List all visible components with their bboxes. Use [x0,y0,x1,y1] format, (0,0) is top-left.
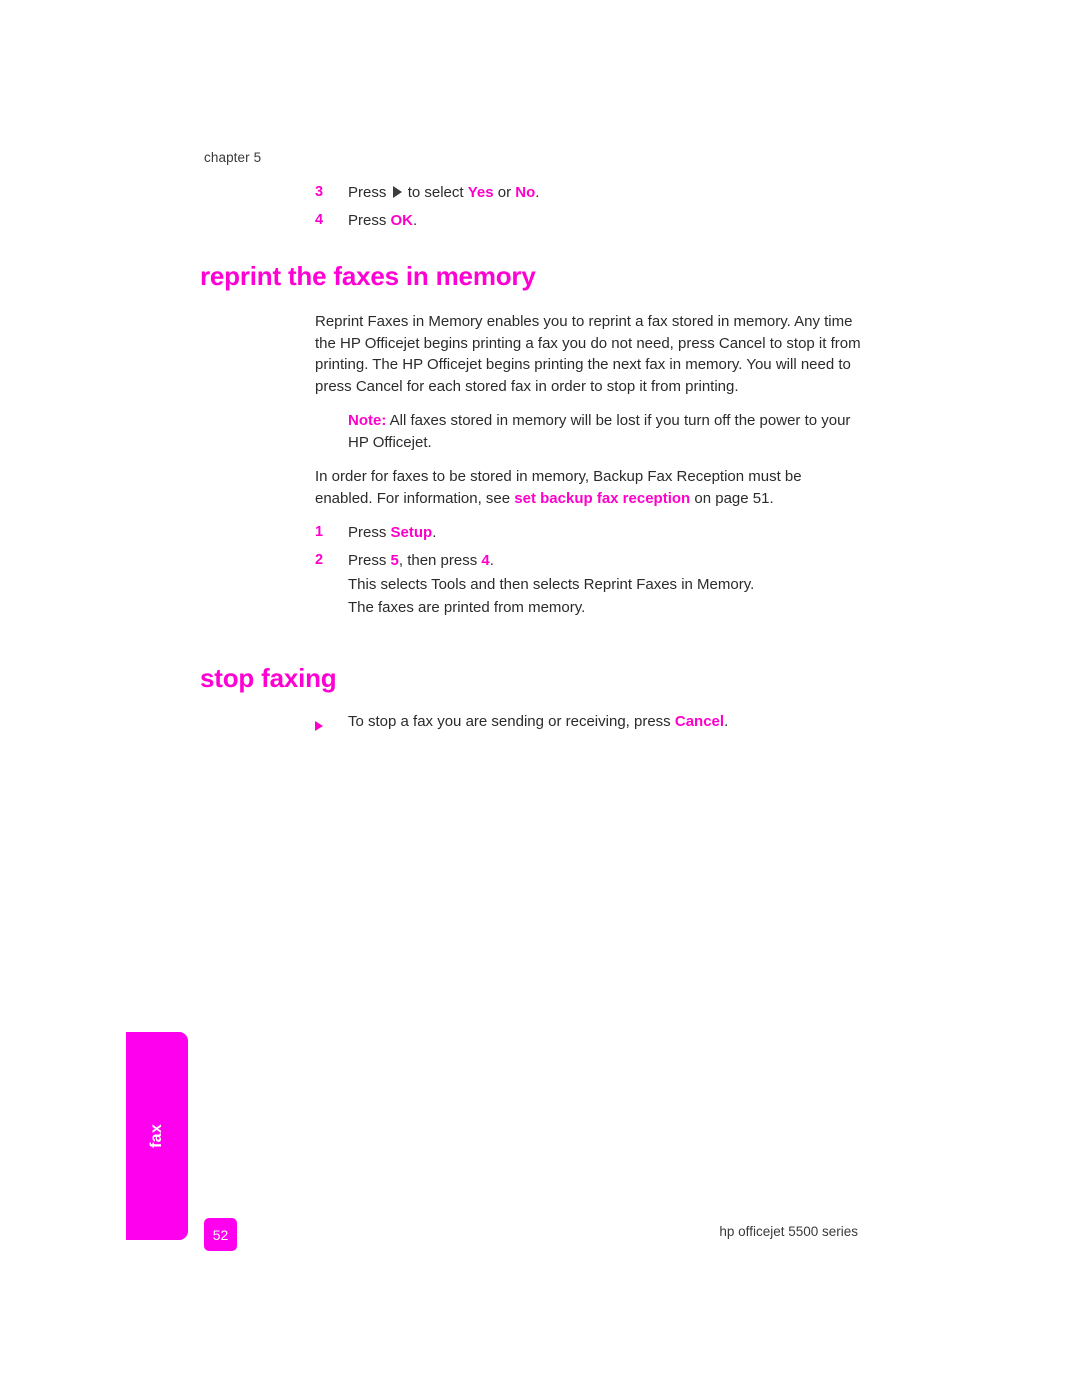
step-text: Press 5, then press 4. This selects Tool… [348,550,880,621]
cross-reference-link[interactable]: set backup fax reception [514,490,690,507]
step-text: Press OK. [348,210,880,231]
bullet-text: To stop a fax you are sending or receivi… [348,711,880,732]
step-text-after-arrow: to select [407,184,464,201]
key-four: 4 [481,552,490,569]
key-five: 5 [390,552,399,569]
step-text: Press to select Yes or No. [348,182,880,203]
section-heading-wrap: reprint the faxes in memory [200,261,880,291]
key-cancel: Cancel [674,712,725,730]
xref-paragraph: In order for faxes to be stored in memor… [315,466,862,509]
note-label: Note: [348,412,387,429]
xref-text-after: on page 51. [694,489,774,507]
step-period: . [432,524,437,541]
key-ok: OK [390,212,414,229]
document-page: chapter 5 3 Press to select Yes or No. 4… [0,0,1080,1397]
step-number: 4 [315,212,324,228]
numbered-step-3: 3 Press to select Yes or No. [200,182,880,203]
option-yes: Yes [467,184,494,201]
step-period: . [489,552,494,569]
intro-paragraph: Reprint Faxes in Memory enables you to r… [315,313,861,395]
note-block: Note: All faxes stored in memory will be… [348,410,863,453]
step-main-line: Press 5, then press 4. [348,550,880,572]
step-number: 1 [315,524,324,540]
bullet-item: To stop a fax you are sending or receivi… [200,711,880,737]
step-text-middle: , then press [398,552,478,569]
side-tab-label: fax [148,1123,165,1149]
right-triangle-bullet-icon [315,720,323,731]
option-no: No [515,184,536,201]
chapter-running-head: chapter 5 [204,150,262,165]
key-setup: Setup [390,524,433,541]
step-period: . [413,212,418,229]
footer-product-name: hp officejet 5500 series [719,1224,858,1239]
step-number: 3 [315,184,324,200]
step-period: . [535,184,540,201]
step-text-before: Press [348,524,387,541]
section-heading-wrap: stop faxing [200,663,880,693]
bullet-mark-wrap [200,711,348,737]
step-extra-line-2: The faxes are printed from memory. [348,599,586,616]
step-number: 2 [315,552,324,568]
bullet-period: . [724,712,729,730]
section-side-tab-fax: fax [126,1032,188,1240]
step-text-before-arrow: Press [348,184,387,201]
step-extra-line-1: This selects Tools and then selects Repr… [348,575,755,593]
right-triangle-icon [392,186,402,198]
step-conjunction-text: or [497,184,512,201]
numbered-step-4: 4 Press OK. [200,210,880,231]
step-text-before: Press [348,212,387,229]
step-text: Press Setup. [348,522,880,543]
page-content: 3 Press to select Yes or No. 4 Press OK.… [200,182,880,737]
bullet-text-before: To stop a fax you are sending or receivi… [348,712,671,730]
section-heading-stop-faxing: stop faxing [200,662,337,693]
numbered-step-2: 2 Press 5, then press 4. This selects To… [200,550,880,621]
step-text-before: Press [348,552,387,569]
note-text: All faxes stored in memory will be lost … [348,412,851,451]
page-number-badge: 52 [204,1218,237,1251]
section-heading-reprint-faxes: reprint the faxes in memory [200,261,536,291]
numbered-step-1: 1 Press Setup. [200,522,880,543]
